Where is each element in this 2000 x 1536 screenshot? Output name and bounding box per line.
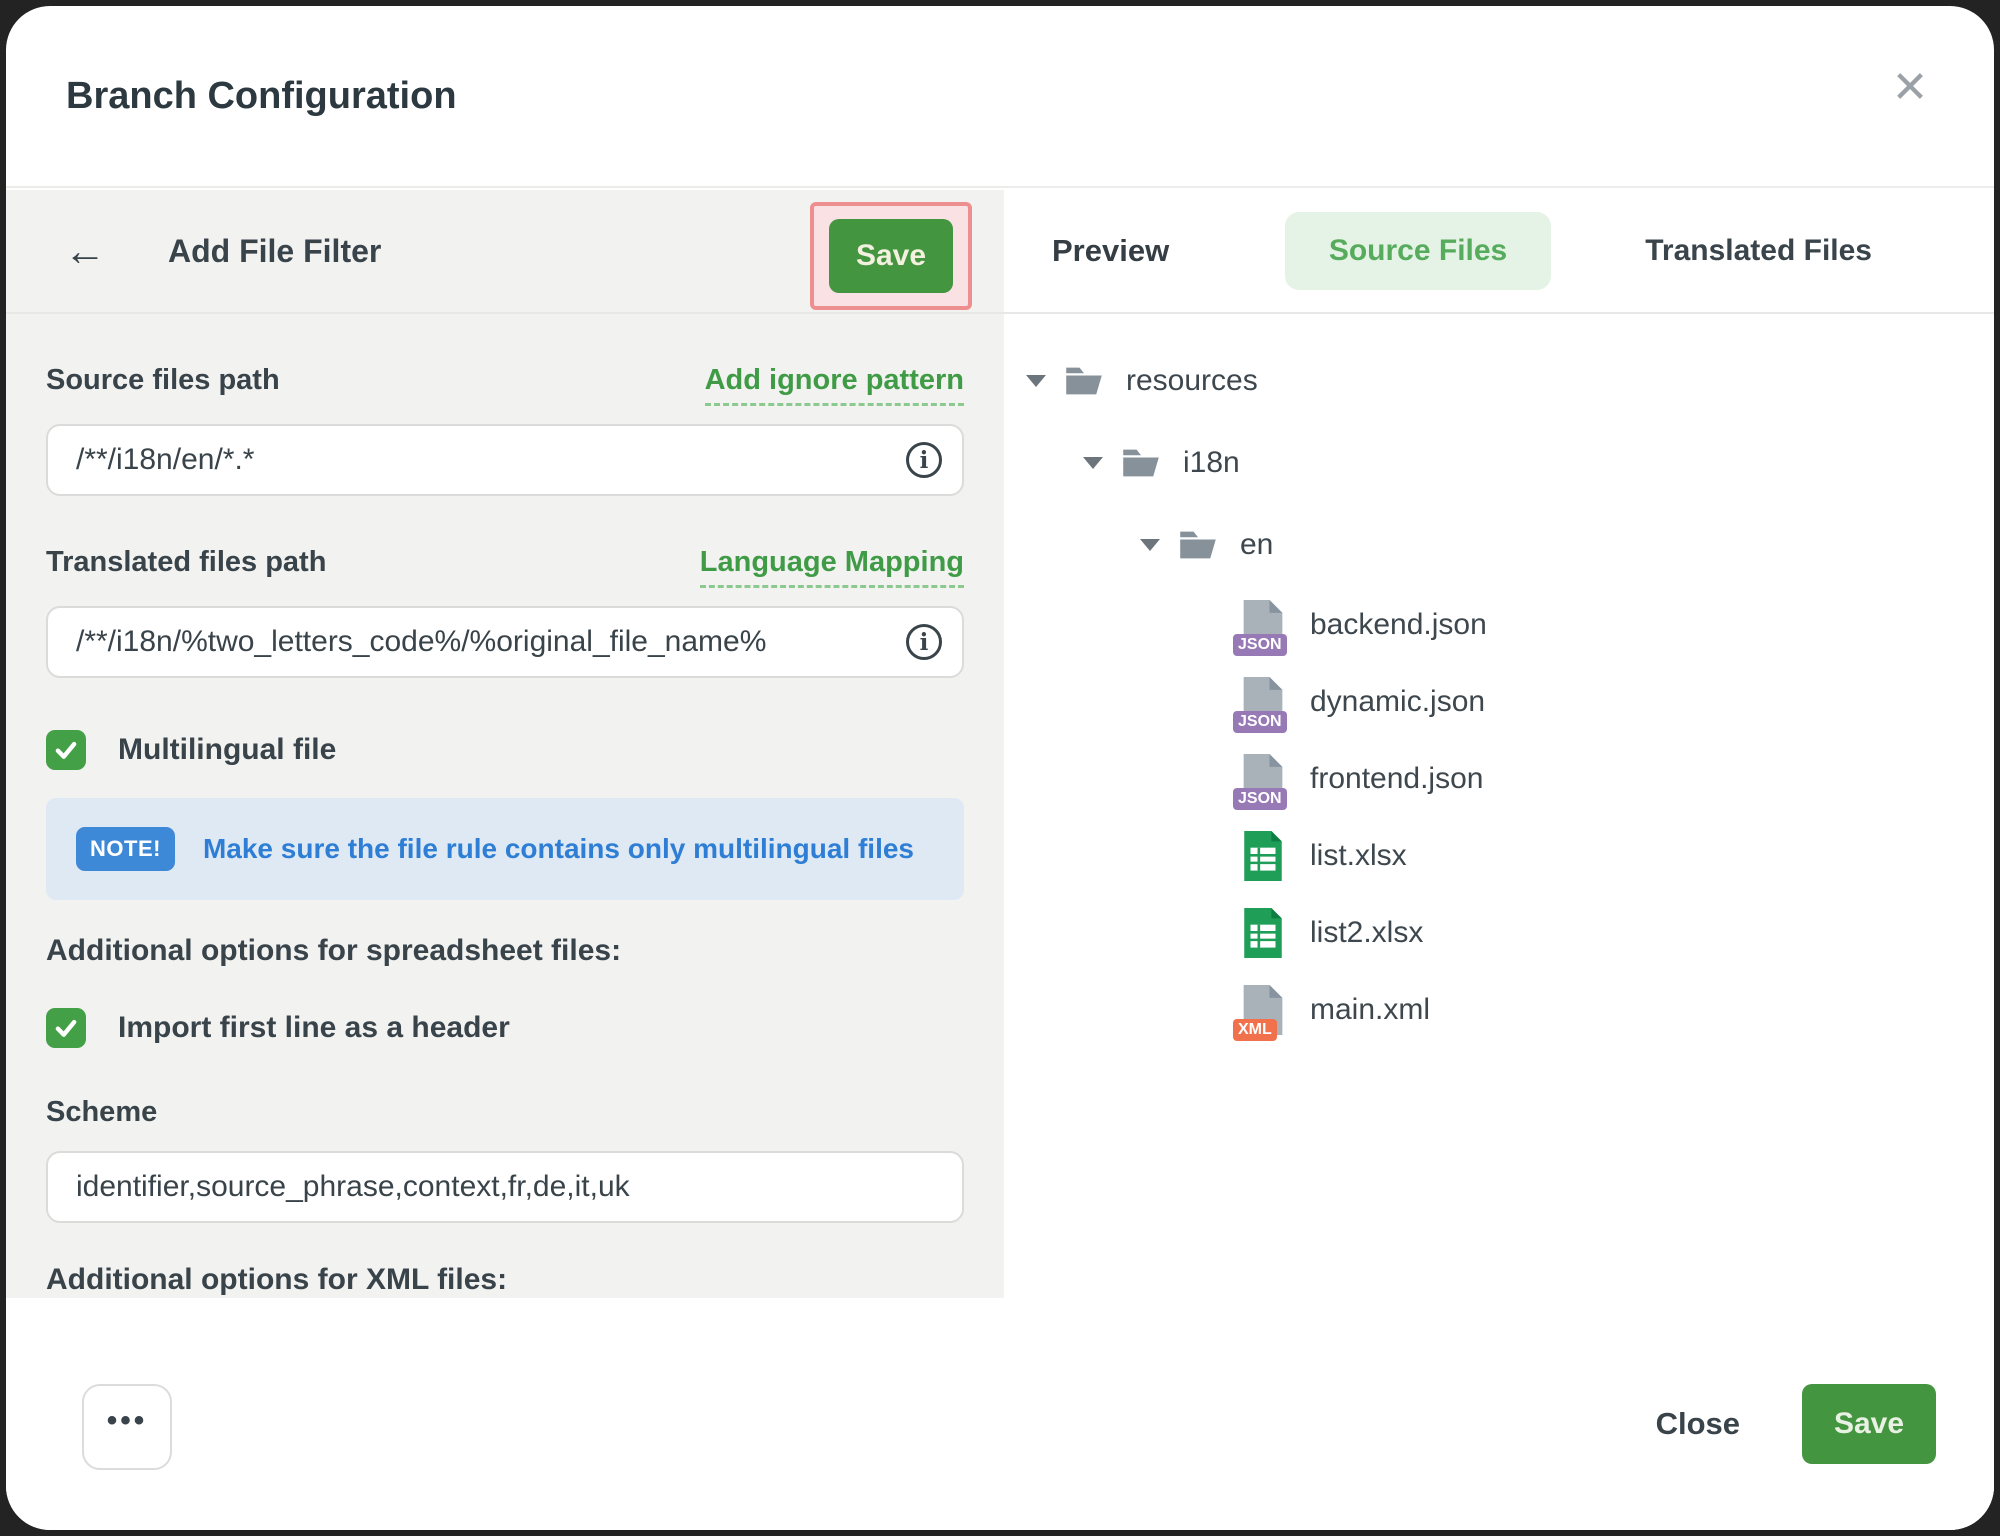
import-first-line-label: Import first line as a header: [118, 1011, 510, 1045]
tree-file-label: list2.xlsx: [1310, 916, 1423, 950]
modal-title: Branch Configuration: [66, 75, 457, 118]
file-type-badge: XML: [1233, 1019, 1277, 1041]
tree-folder-row[interactable]: i18n: [1004, 422, 1994, 504]
json-file-icon: JSON: [1242, 677, 1284, 727]
tree-file-label: list.xlsx: [1310, 839, 1407, 873]
note-badge: NOTE!: [76, 827, 175, 871]
folder-icon: [1121, 446, 1161, 480]
branch-configuration-modal: Branch Configuration ✕ ← Add File Filter…: [6, 6, 1994, 1530]
file-type-badge: JSON: [1233, 788, 1287, 810]
preview-tabs: Source Files Translated Files: [1285, 212, 1916, 290]
filter-form: Source files path Add ignore pattern i T…: [6, 364, 1004, 1297]
tree-file-label: dynamic.json: [1310, 685, 1485, 719]
tree-folder-label: resources: [1126, 364, 1258, 398]
tree-file-row[interactable]: list.xlsx: [1004, 817, 1994, 894]
preview-header: Preview Source Files Translated Files: [1004, 190, 1994, 314]
save-button[interactable]: Save: [1802, 1384, 1936, 1464]
file-tree: resources i18n en JSON backend.json: [1004, 314, 1994, 1048]
source-files-path-label: Source files path: [46, 364, 280, 397]
tree-file-label: frontend.json: [1310, 762, 1483, 796]
tree-folder-row[interactable]: en: [1004, 504, 1994, 586]
filter-subheader: ← Add File Filter Save: [6, 190, 1004, 314]
checkbox-checked-icon[interactable]: [46, 1008, 86, 1048]
close-button[interactable]: Close: [1656, 1406, 1740, 1442]
caret-down-icon[interactable]: [1140, 539, 1160, 551]
tree-folder-row[interactable]: resources: [1004, 340, 1994, 422]
tab-source-files[interactable]: Source Files: [1285, 212, 1551, 290]
tree-file-row[interactable]: XML main.xml: [1004, 971, 1994, 1048]
modal-header: Branch Configuration ✕: [6, 6, 1994, 188]
tree-file-row[interactable]: list2.xlsx: [1004, 894, 1994, 971]
info-icon[interactable]: i: [906, 442, 942, 478]
translated-files-path-input[interactable]: [46, 606, 964, 678]
more-options-icon[interactable]: •••: [82, 1384, 172, 1470]
multilingual-file-label: Multilingual file: [118, 733, 336, 767]
json-file-icon: JSON: [1242, 600, 1284, 650]
tree-file-row[interactable]: JSON dynamic.json: [1004, 663, 1994, 740]
back-arrow-icon[interactable]: ←: [64, 230, 106, 272]
note-text: Make sure the file rule contains only mu…: [203, 833, 914, 865]
language-mapping-link[interactable]: Language Mapping: [700, 546, 964, 588]
caret-down-icon[interactable]: [1083, 457, 1103, 469]
tree-folder-label: en: [1240, 528, 1273, 562]
caret-down-icon[interactable]: [1026, 375, 1046, 387]
import-first-line-checkbox-row[interactable]: Import first line as a header: [46, 1008, 964, 1048]
folder-icon: [1064, 364, 1104, 398]
xlsx-file-icon: [1242, 831, 1284, 881]
tree-file-row[interactable]: JSON frontend.json: [1004, 740, 1994, 817]
translated-files-path-label: Translated files path: [46, 546, 326, 579]
scheme-label: Scheme: [46, 1096, 964, 1129]
checkbox-checked-icon[interactable]: [46, 730, 86, 770]
xml-file-icon: XML: [1242, 985, 1284, 1035]
filter-title: Add File Filter: [168, 233, 381, 270]
close-icon[interactable]: ✕: [1878, 56, 1942, 120]
file-type-badge: JSON: [1233, 711, 1287, 733]
filter-panel: ← Add File Filter Save Source files path…: [6, 190, 1004, 1298]
spreadsheet-options-heading: Additional options for spreadsheet files…: [46, 934, 964, 968]
preview-title: Preview: [1052, 233, 1169, 269]
folder-icon: [1178, 528, 1218, 562]
modal-footer: ••• Close Save: [6, 1298, 1994, 1530]
tree-folder-label: i18n: [1183, 446, 1240, 480]
xml-options-heading: Additional options for XML files:: [46, 1263, 964, 1297]
multilingual-file-checkbox-row[interactable]: Multilingual file: [46, 730, 964, 770]
tree-file-label: main.xml: [1310, 993, 1430, 1027]
tree-file-row[interactable]: JSON backend.json: [1004, 586, 1994, 663]
json-file-icon: JSON: [1242, 754, 1284, 804]
tab-translated-files[interactable]: Translated Files: [1601, 212, 1916, 290]
save-button-highlight: Save: [810, 202, 972, 310]
save-filter-button[interactable]: Save: [829, 219, 953, 293]
add-ignore-pattern-link[interactable]: Add ignore pattern: [705, 364, 964, 406]
note-banner: NOTE! Make sure the file rule contains o…: [46, 798, 964, 900]
tree-file-label: backend.json: [1310, 608, 1487, 642]
xlsx-file-icon: [1242, 908, 1284, 958]
info-icon[interactable]: i: [906, 624, 942, 660]
scheme-input[interactable]: [46, 1151, 964, 1223]
source-files-path-input[interactable]: [46, 424, 964, 496]
file-type-badge: JSON: [1233, 634, 1287, 656]
